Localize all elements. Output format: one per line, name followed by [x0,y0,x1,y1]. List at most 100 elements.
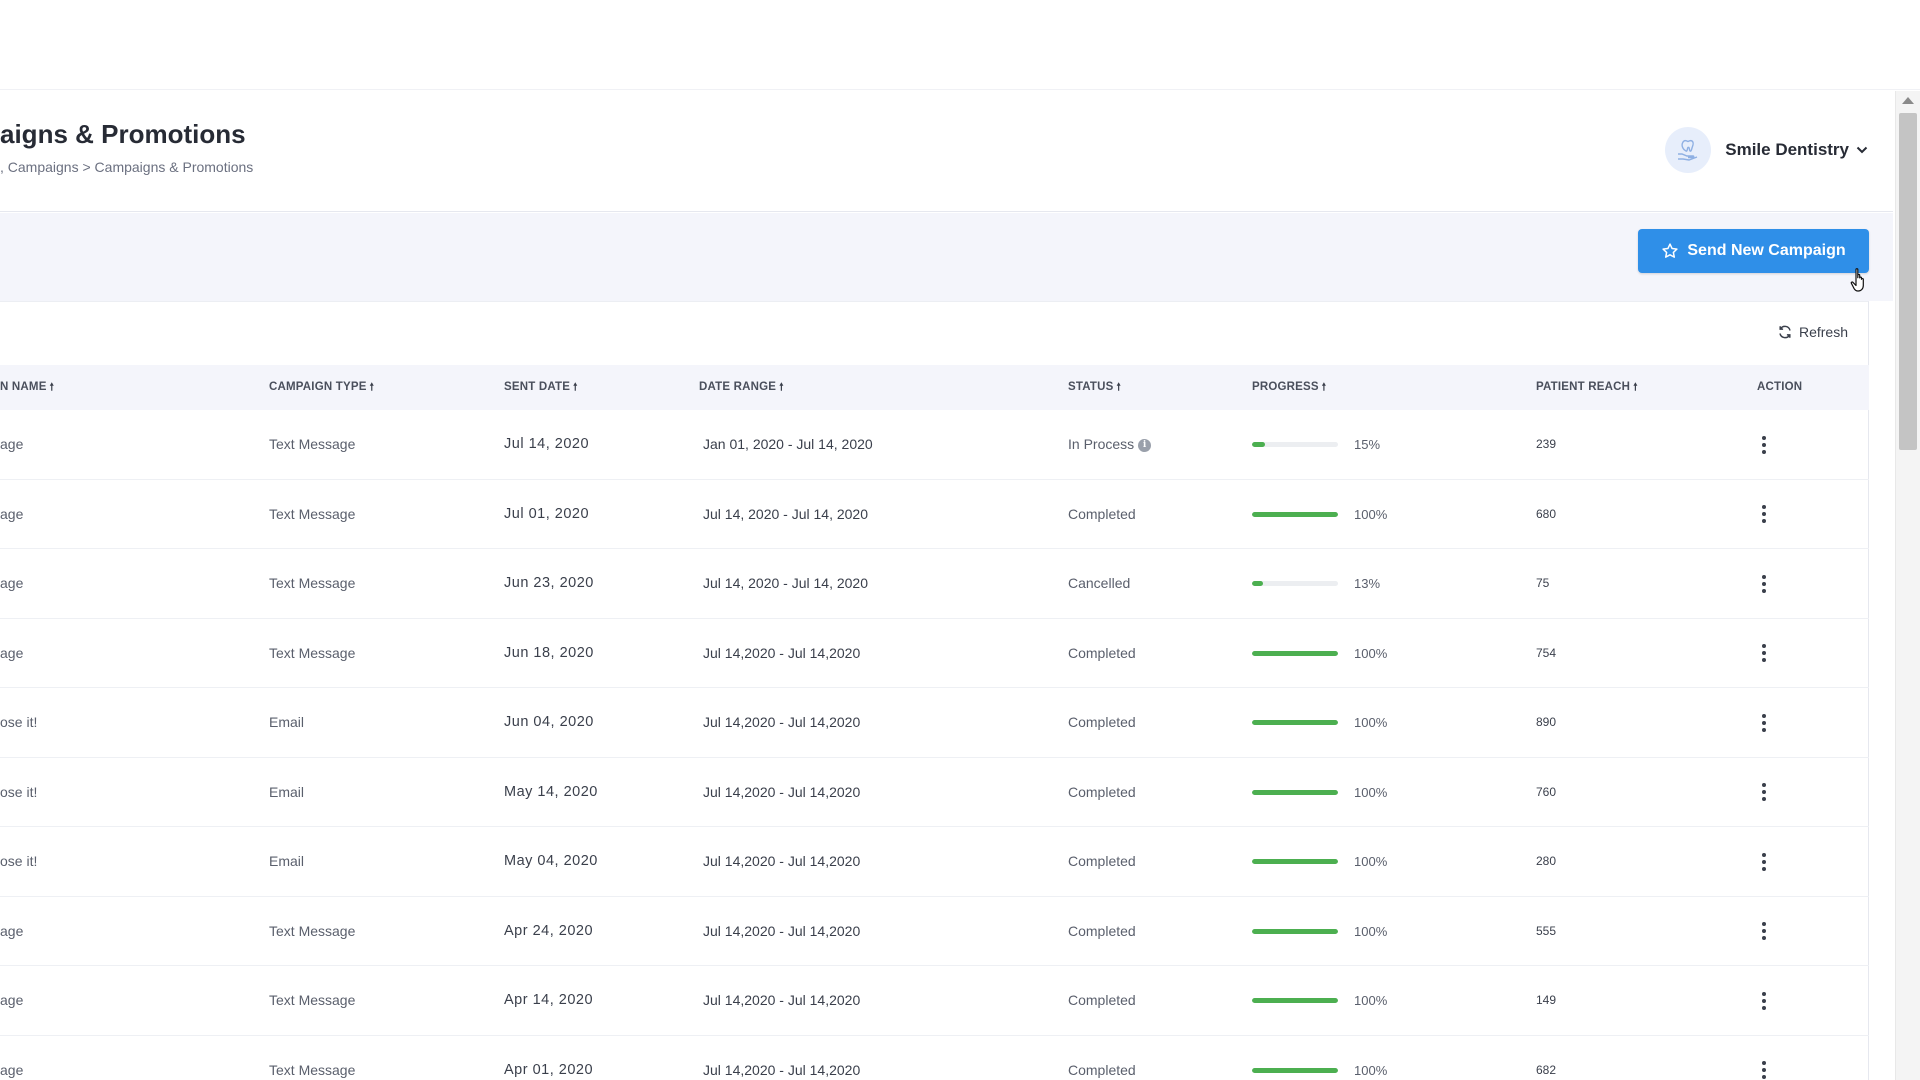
progress-bar [1252,720,1338,726]
patient-reach: 280 [1536,854,1557,868]
campaign-type: Text Message [269,575,356,591]
send-new-campaign-button[interactable]: Send New Campaign [1638,229,1869,273]
status: Completed [1068,966,1136,1036]
more-actions-icon[interactable] [1754,758,1774,828]
table-row[interactable]: age Text Message Apr 14, 2020 Jul 14,2020 -… [0,966,1869,1036]
table-row[interactable]: age Text Message Jun 18, 2020 Jul 14,2020 -… [0,619,1869,689]
campaign-type: Text Message [269,922,356,939]
date-range: Jul 14,2020 - Jul 14,2020 [703,783,861,800]
status-label: Completed [1068,644,1136,661]
col-campaign-type[interactable]: CAMPAIGN TYPE 🠕 [269,365,374,410]
sent-date: Jul 01, 2020 [504,505,590,522]
sent-date: May 14, 2020 [504,783,598,800]
table-row[interactable]: age Text Message Apr 24, 2020 Jul 14,2020 -… [0,897,1869,967]
table-row[interactable]: age Text Message Jul 01, 2020 Jul 14, 2020 … [0,480,1869,550]
campaign-name: age [0,505,24,522]
progress: 100% [1252,897,1387,967]
progress-bar [1252,789,1338,795]
col-sent-date[interactable]: SENT DATE 🠕 [504,365,578,410]
col-patient-reach[interactable]: PATIENT REACH 🠕 [1536,365,1638,410]
date-range: Jul 14,2020 - Jul 14,2020 [703,992,861,1008]
table-row[interactable]: age Text Message Jul 14, 2020 Jan 01, 2020 … [0,410,1869,480]
progress-bar [1252,511,1338,517]
more-actions-icon[interactable] [1754,966,1774,1036]
col-progress[interactable]: PROGRESS 🠕 [1252,365,1326,410]
vertical-scrollbar[interactable] [1895,91,1920,1080]
campaign-name: age [0,575,24,591]
toolbar: Send New Campaign [0,213,1893,301]
campaign-name: ose it! [0,853,38,869]
more-actions-icon[interactable] [1754,688,1774,758]
sort-arrow-icon: 🠕 [1633,382,1638,393]
campaign-type: Email [269,714,305,730]
progress-bar-fill [1252,859,1338,865]
date-range: Jul 14,2020 - Jul 14,2020 [703,714,861,730]
date-range: Jan 01, 2020 - Jul 14, 2020 [703,436,873,452]
account-switcher[interactable]: Smile Dentistry [1665,127,1869,173]
table-row[interactable]: ose it! Email May 04, 2020 Jul 14,2020 - Ju… [0,827,1869,897]
more-actions-icon[interactable] [1754,549,1774,619]
progress-bar [1252,581,1338,587]
progress: 15% [1252,410,1380,480]
progress-percent: 15% [1354,437,1381,452]
col-action: ACTION [1757,381,1803,393]
sent-date: Jun 04, 2020 [504,714,594,730]
col-campaign-name[interactable]: N NAME 🠕 [0,365,54,410]
tooth-hand-icon [1665,127,1712,173]
more-actions-icon[interactable] [1754,897,1774,967]
progress-bar-fill [1252,650,1338,656]
table-row[interactable]: age Text Message Apr 01, 2020 Jul 14,2020 -… [0,1036,1869,1080]
status: Completed [1068,480,1136,550]
progress-bar-fill [1252,511,1338,517]
status-label: Completed [1068,505,1136,522]
table-row[interactable]: ose it! Email Jun 04, 2020 Jul 14,2020 - Ju… [0,688,1869,758]
sort-arrow-icon: 🠕 [573,382,578,393]
status-label: Cancelled [1068,575,1131,591]
progress-bar-fill [1252,789,1338,795]
progress: 13% [1252,549,1380,619]
status-label: In Process [1068,436,1135,452]
refresh-label: Refresh [1798,324,1848,340]
progress-percent: 13% [1354,576,1381,591]
refresh-button[interactable]: Refresh [1777,324,1848,340]
scroll-up-arrow-icon[interactable] [1902,97,1914,104]
campaign-type: Text Message [269,505,356,522]
status-label: Completed [1068,783,1136,800]
breadcrumb[interactable]: , Campaigns > Campaigns & Promotions [0,159,253,175]
more-actions-icon[interactable] [1754,619,1774,689]
progress: 100% [1252,827,1387,897]
col-status[interactable]: STATUS 🠕 [1068,365,1121,410]
send-new-campaign-label: Send New Campaign [1687,242,1846,259]
star-icon [1662,243,1679,258]
hand-cursor-icon [1850,268,1864,292]
patient-reach: 754 [1536,645,1557,660]
more-actions-icon[interactable] [1754,410,1774,480]
campaign-name: age [0,436,24,452]
campaign-name: age [0,922,24,939]
status: Completed [1068,688,1136,758]
sent-date: Jul 14, 2020 [504,436,590,452]
info-icon[interactable]: i [1138,438,1152,452]
status: Completed [1068,1036,1136,1080]
table-row[interactable]: age Text Message Jun 23, 2020 Jul 14, 2020 … [0,549,1869,619]
scroll-thumb[interactable] [1899,113,1917,450]
more-actions-icon[interactable] [1754,827,1774,897]
sort-arrow-icon: 🠕 [49,382,55,393]
table-body: age Text Message Jul 14, 2020 Jan 01, 2020 … [0,410,1869,1080]
status: Completed [1068,827,1136,897]
more-actions-icon[interactable] [1754,1036,1774,1080]
progress: 100% [1252,758,1387,828]
date-range: Jul 14,2020 - Jul 14,2020 [703,644,861,661]
more-actions-icon[interactable] [1754,480,1774,550]
status-label: Completed [1068,922,1136,939]
table-header: N NAME 🠕 CAMPAIGN TYPE 🠕 SENT DATE 🠕 DATE R… [0,365,1869,410]
table-row[interactable]: ose it! Email May 14, 2020 Jul 14,2020 - Ju… [0,758,1869,828]
sort-arrow-icon: 🠕 [369,382,375,393]
col-date-range[interactable]: DATE RANGE 🠕 [699,365,784,410]
patient-reach: 682 [1536,1062,1557,1077]
progress-percent: 100% [1354,784,1388,800]
sent-date: Apr 24, 2020 [504,922,594,939]
account-name: Smile Dentistry [1725,140,1849,159]
progress: 100% [1252,480,1387,550]
progress-bar-fill [1252,1067,1338,1073]
